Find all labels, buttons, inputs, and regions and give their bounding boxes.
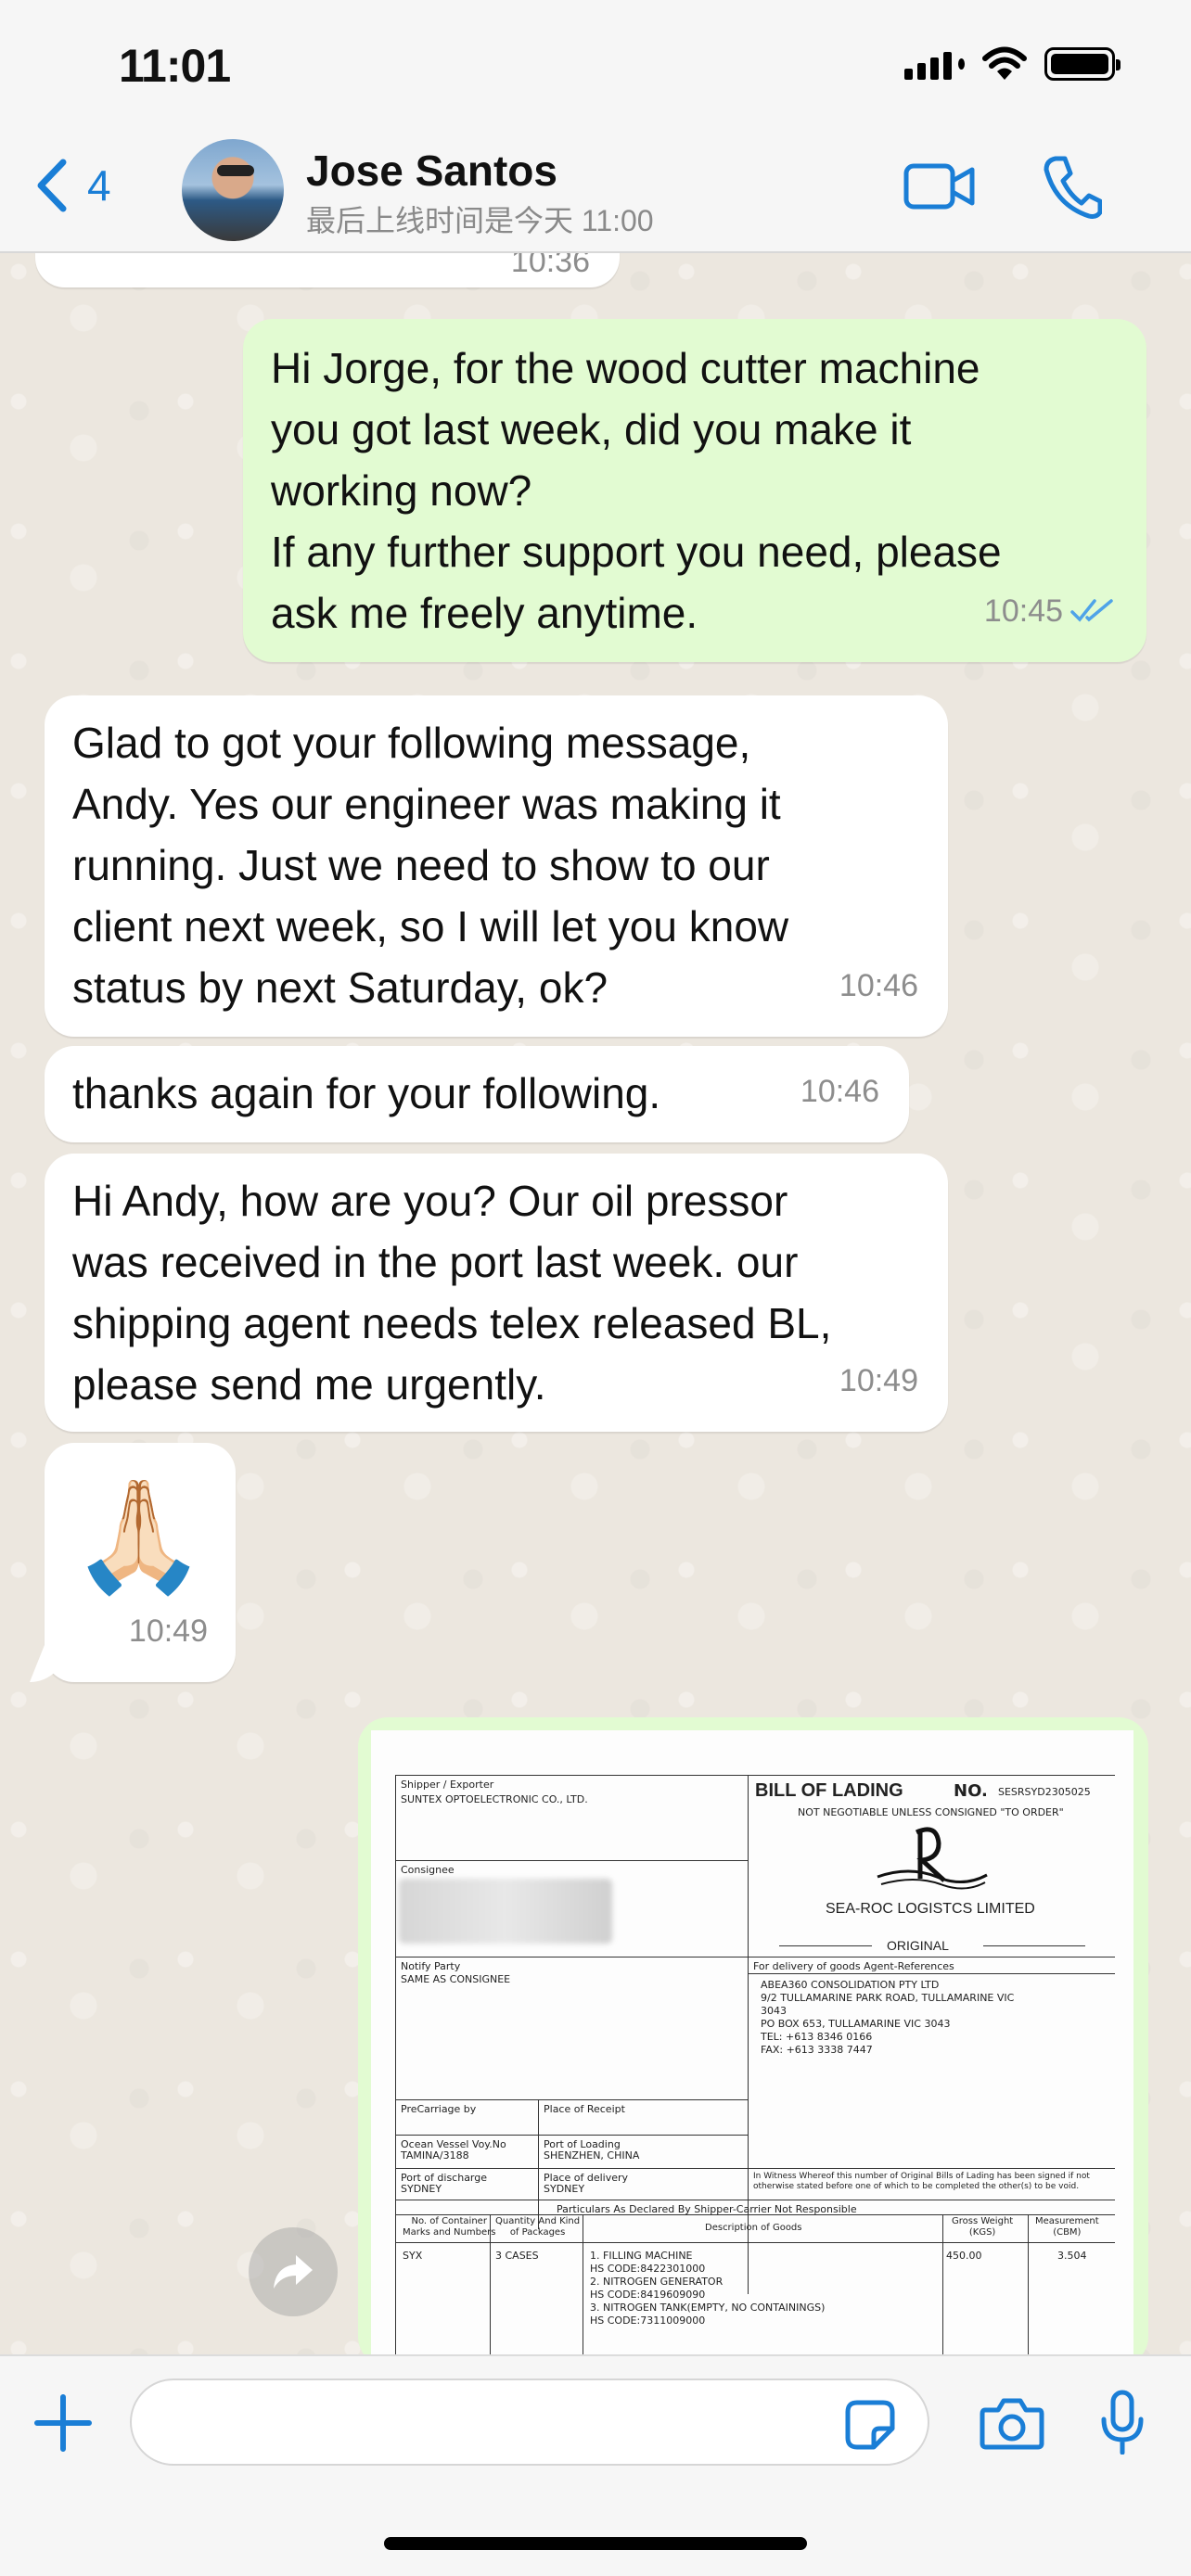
message-time: 10:45 [983,593,1063,629]
notify-value: SAME AS CONSIGNEE [401,1973,511,1985]
col-qty: Quantity And Kind of Packages [495,2216,581,2238]
message-text: Glad to got your following message, Andy… [72,719,789,1012]
message-bubble-outgoing[interactable]: Hi Jorge, for the wood cutter machine yo… [243,319,1146,662]
witness-text: In Witness Whereof this number of Origin… [753,2172,1090,2191]
folded-hands-emoji: 🙏🏻 [70,1472,207,1600]
agent-line: 9/2 TULLAMARINE PARK ROAD, TULLAMARINE V… [761,1992,1015,2004]
status-icons [904,46,1121,82]
consignee-label: Consignee [401,1864,455,1876]
notify-label: Notify Party [401,1960,461,1972]
avatar[interactable] [182,139,284,241]
row-marks: SYX [403,2250,423,2262]
bl-no-value: SESRSYD2305025 [998,1786,1091,1798]
forward-button[interactable] [249,2227,338,2316]
port-discharge-value: SYDNEY [401,2183,442,2195]
sea-roc-logo [877,1827,988,1890]
message-bubble-incoming[interactable]: Glad to got your following message, Andy… [45,695,948,1037]
bl-title: BILL OF LADING [755,1780,903,1801]
phone-call-icon[interactable] [1043,155,1102,220]
row-desc: 1. FILLING MACHINE HS CODE:8422301000 2.… [590,2250,826,2327]
row-measure: 3.504 [1057,2250,1087,2262]
message-text: Hi Andy, how are you? Our oil pressor wa… [72,1177,832,1409]
sticker-icon[interactable] [844,2399,896,2451]
chevron-left-icon [37,159,67,212]
message-time: 10:49 [839,1363,918,1398]
message-time: 10:46 [839,968,918,1003]
col-marks: No. of Container Marks and Numbers [403,2216,496,2238]
forward-arrow-icon [274,2255,313,2289]
message-bubble-incoming[interactable]: thanks again for your following. 10:46 [45,1046,909,1142]
col-desc: Description of Goods [705,2223,802,2233]
message-bubble-incoming[interactable]: Hi Andy, how are you? Our oil pressor wa… [45,1154,948,1432]
message-text: thanks again for your following. [72,1069,661,1117]
agent-line: TEL: +613 8346 0166 [761,2031,873,2043]
message-meta: 10:45 [984,580,1117,642]
col-weight: Gross Weight (KGS) [952,2216,1014,2238]
vessel-value: TAMINA/3188 [401,2149,469,2162]
agent-line: FAX: +613 3338 7447 [761,2044,873,2056]
video-call-icon[interactable] [903,162,976,210]
chat-header: 4 Jose Santos 最后上线时间是今天 11:00 [0,134,1191,253]
message-bubble-emoji[interactable]: 🙏🏻 10:49 [45,1443,236,1682]
double-check-icon [1070,599,1113,622]
camera-icon[interactable] [980,2395,1044,2451]
redacted-consignee [399,1879,612,1944]
message-bubble-document[interactable]: Shipper / Exporter SUNTEX OPTOELECTRONIC… [358,1717,1148,2366]
wifi-icon [982,46,1027,80]
bl-no-label: NO. [954,1781,988,1801]
shipper-value: SUNTEX OPTOELECTRONIC CO., LTD. [401,1793,588,1805]
precarriage-label: PreCarriage by [401,2103,477,2115]
unread-count: 4 [87,161,111,210]
agent-line: 3043 [761,2005,787,2017]
bill-of-lading-image[interactable]: Shipper / Exporter SUNTEX OPTOELECTRONIC… [371,1730,1133,2366]
message-input[interactable] [130,2378,929,2466]
status-time: 11:01 [119,40,231,92]
microphone-icon[interactable] [1100,2390,1145,2455]
contact-name[interactable]: Jose Santos [306,146,557,196]
original-label: ORIGINAL [887,1938,949,1953]
back-button[interactable]: 4 [33,157,111,214]
status-bar: 11:01 [0,0,1191,134]
cellular-signal-icon [904,48,965,80]
message-time: 10:49 [128,1613,208,1649]
col-measure: Measurement (CBM) [1035,2216,1099,2238]
battery-icon [1044,47,1121,81]
not-negotiable: NOT NEGOTIABLE UNLESS CONSIGNED "TO ORDE… [798,1806,1064,1818]
place-delivery-value: SYDNEY [544,2183,585,2195]
shipper-label: Shipper / Exporter [401,1779,494,1791]
port-loading-value: SHENZHEN, CHINA [544,2149,640,2162]
row-qty: 3 CASES [495,2250,539,2262]
company-name: SEA-ROC LOGISTCS LIMITED [826,1901,1035,1917]
row-weight: 450.00 [946,2250,982,2262]
delivery-agent-label: For delivery of goods Agent-References [753,1960,954,1972]
message-time: 10:46 [800,1074,879,1109]
home-indicator [384,2537,807,2550]
agent-line: PO BOX 653, TULLAMARINE VIC 3043 [761,2018,951,2030]
plus-icon[interactable] [33,2393,93,2453]
place-receipt-label: Place of Receipt [544,2103,625,2115]
agent-line: ABEA360 CONSOLIDATION PTY LTD [761,1979,940,1991]
last-seen-status: 最后上线时间是今天 11:00 [306,204,654,237]
